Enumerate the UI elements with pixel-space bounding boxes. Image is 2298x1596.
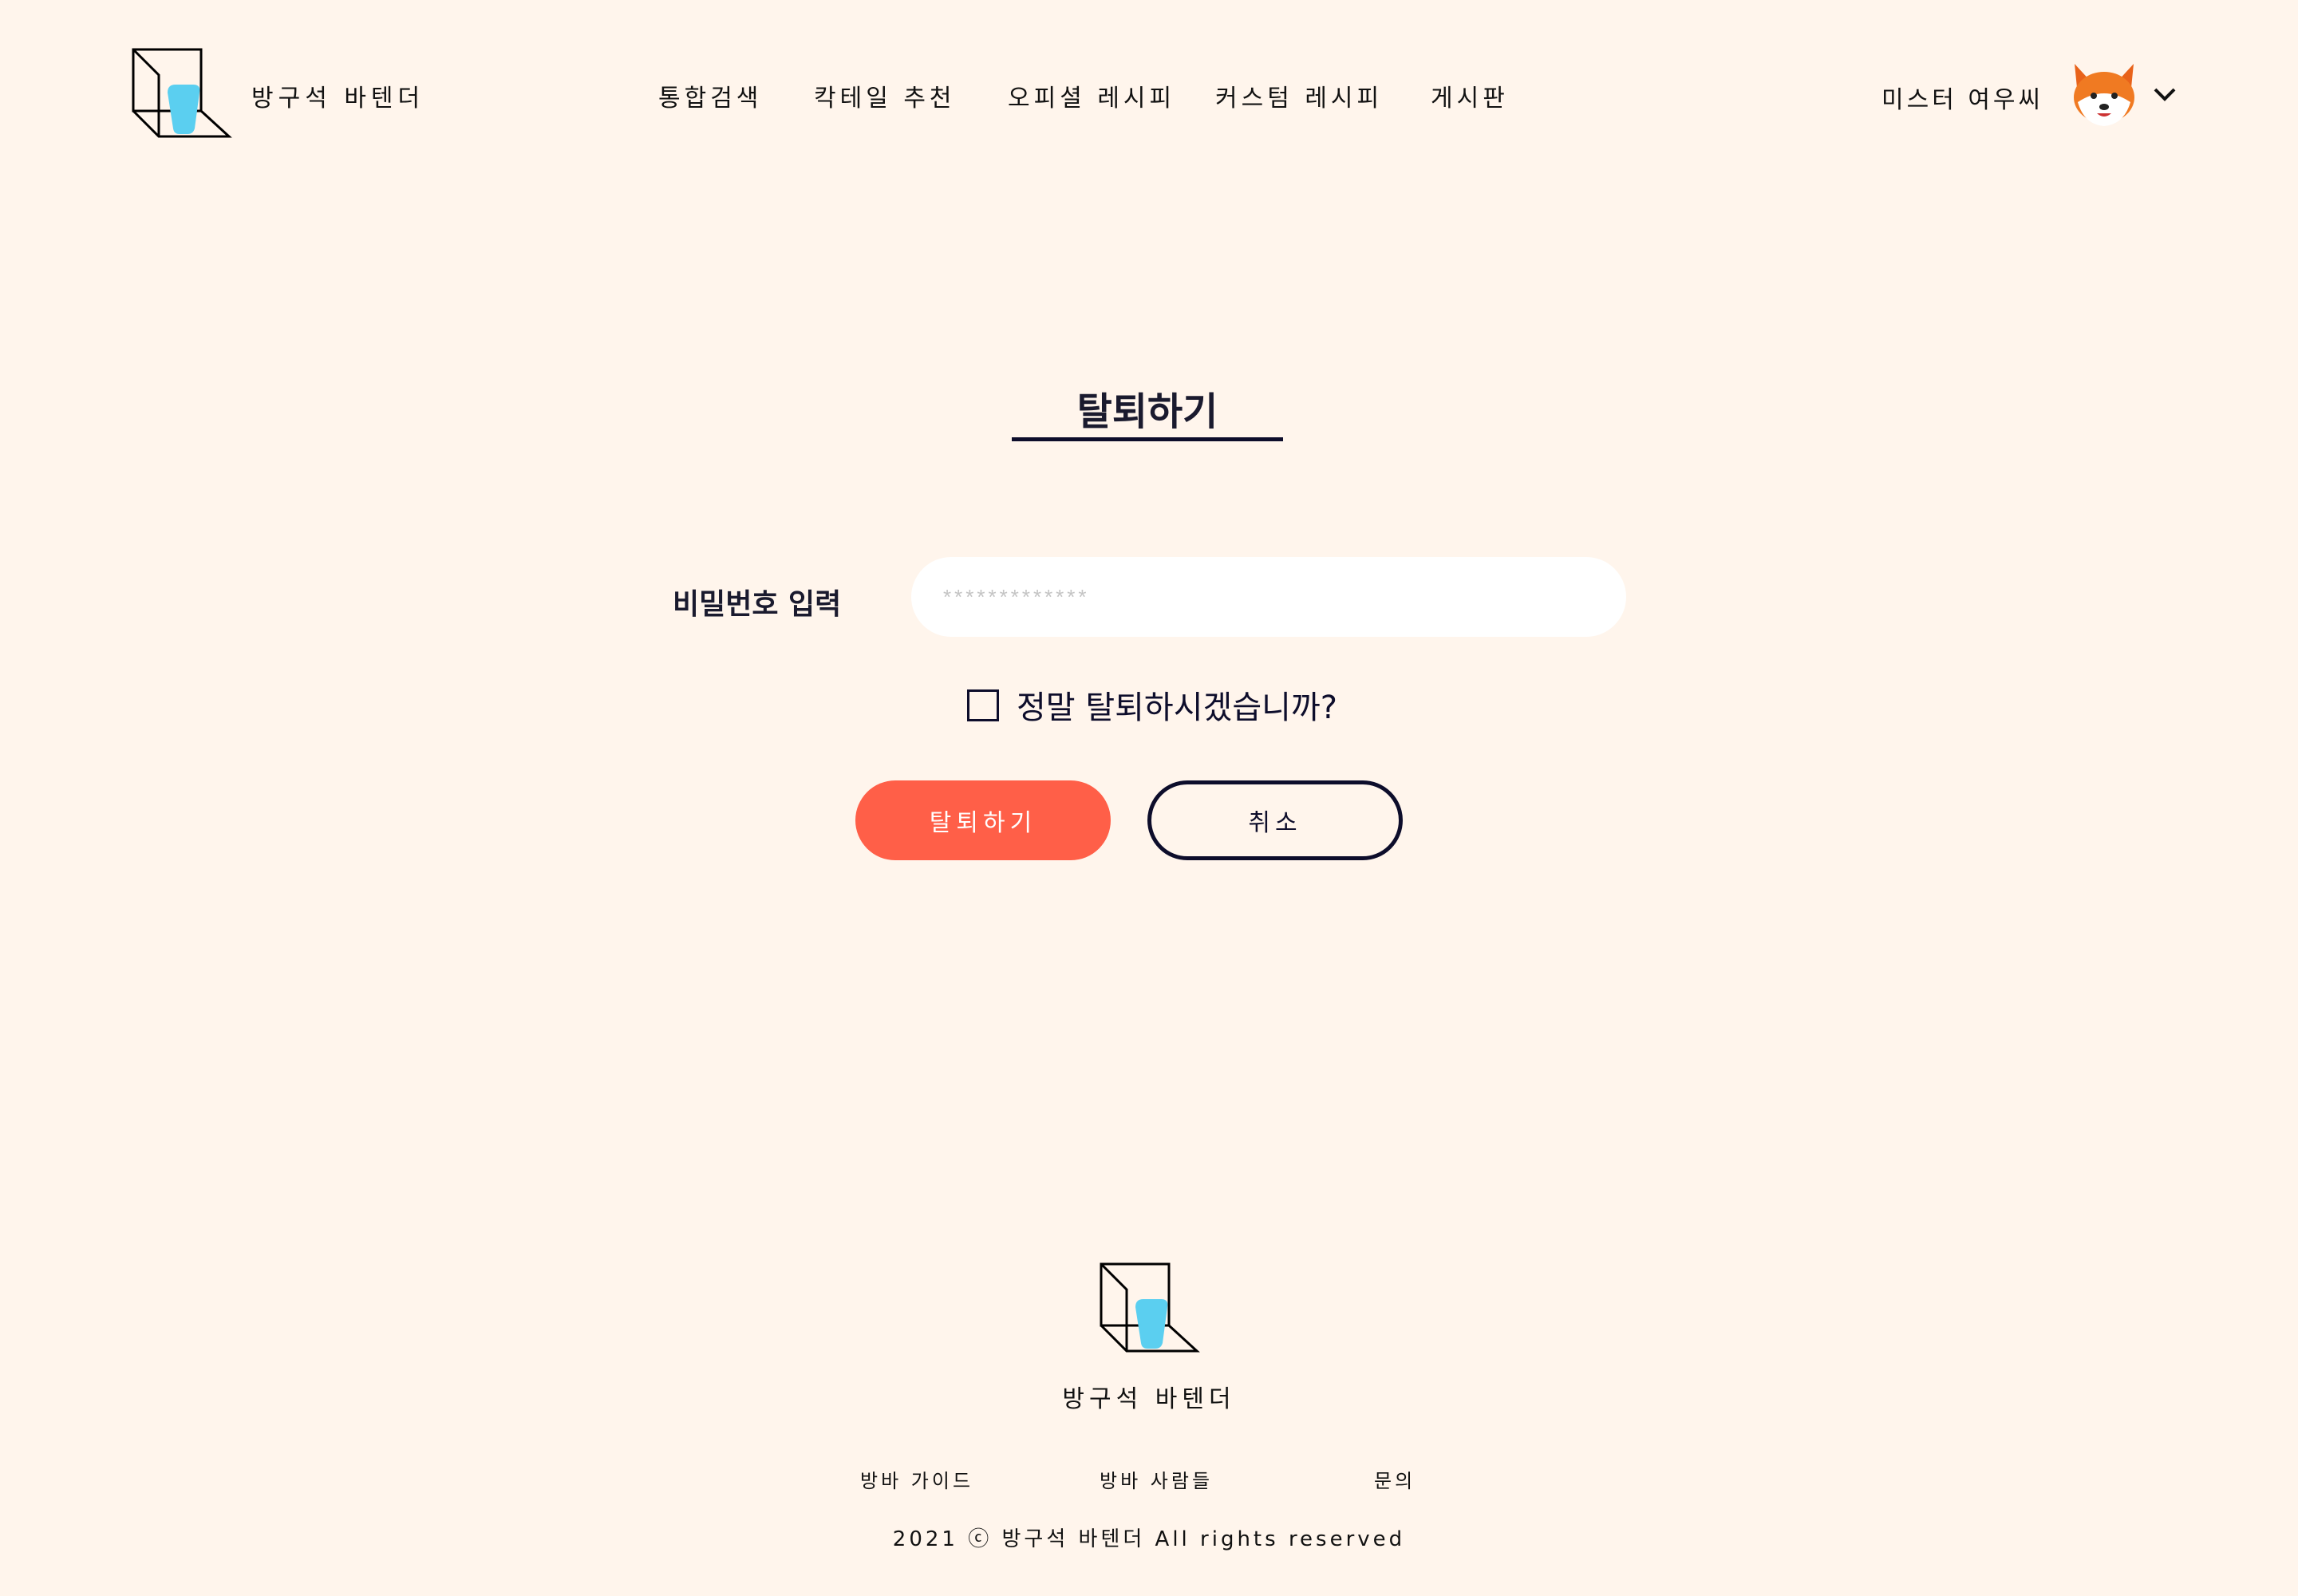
nav-custom-recipe[interactable]: 커스텀 레시피 [1215,78,1383,113]
chevron-down-icon[interactable] [2153,86,2177,102]
footer-brand: 방구석 바텐더 [1062,1385,1236,1413]
copyright: 2021 ⓒ 방구석 바텐더 All rights reserved [892,1527,1406,1551]
confirm-label[interactable]: 정말 탈퇴하시겠습니까? [1017,681,1337,728]
confirm-checkbox[interactable] [967,689,999,721]
footer-link-contact[interactable]: 문의 [1374,1465,1416,1493]
footer-link-guide[interactable]: 방바 가이드 [860,1465,973,1493]
title-underline [1012,437,1283,441]
page-title: 탈퇴하기 [1076,389,1218,434]
user-name[interactable]: 미스터 여우씨 [1881,80,2043,115]
password-label: 비밀번호 입력 [673,588,842,621]
nav-official-recipe[interactable]: 오피셜 레시피 [1008,78,1175,113]
withdraw-button[interactable]: 탈퇴하기 [855,780,1111,860]
nav-cocktail-recommend[interactable]: 칵테일 추천 [814,78,956,113]
fox-avatar-icon[interactable] [2068,61,2140,128]
footer-logo-icon [1100,1262,1200,1353]
brand-name[interactable]: 방구석 바텐더 [251,78,424,113]
password-input[interactable] [911,557,1626,637]
cancel-button[interactable]: 취소 [1147,780,1403,860]
nav-board[interactable]: 게시판 [1431,78,1509,113]
logo-icon[interactable] [129,45,238,142]
footer-link-people[interactable]: 방바 사람들 [1100,1465,1213,1493]
nav-search[interactable]: 통합검색 [658,78,762,113]
